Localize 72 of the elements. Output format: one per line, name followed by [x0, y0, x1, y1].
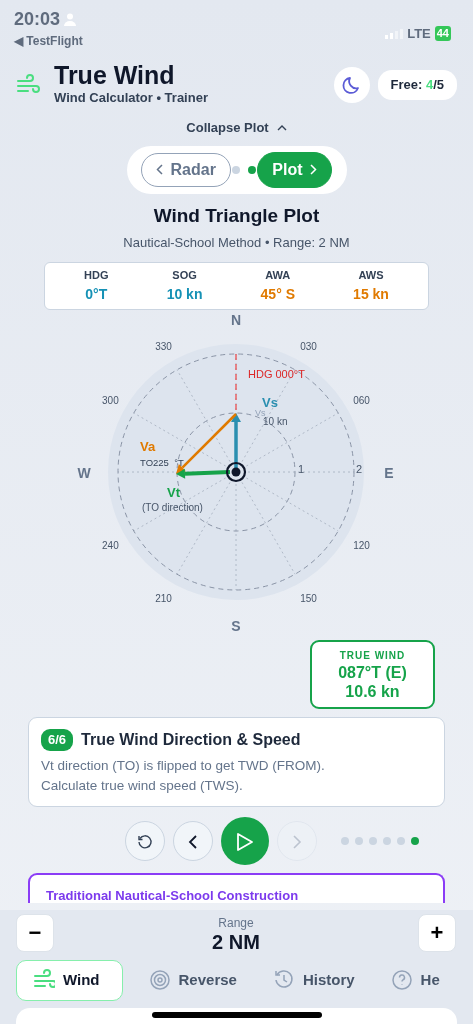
chevron-up-icon: [276, 124, 287, 131]
ring-label: 1: [298, 462, 305, 475]
range-value: 2 NM: [212, 932, 260, 952]
vector-note: TO225 °T: [140, 456, 184, 468]
stat-label: AWA: [264, 268, 292, 283]
boat-marker: [225, 461, 247, 482]
plot-button[interactable]: Plot: [257, 151, 333, 188]
tab[interactable]: Reverse: [138, 961, 247, 1000]
step-text: Vt direction (TO) is flipped to get TWD (FROM). Calculate true wind speed (TWS).: [41, 756, 326, 796]
stat-label: AWS: [357, 268, 385, 283]
app-title: True Wind: [54, 62, 176, 88]
tab[interactable]: He: [380, 961, 450, 1000]
network-label: LTE: [407, 25, 431, 43]
stat-label: HDG: [84, 268, 109, 283]
bearing-label: 060: [353, 394, 370, 405]
signal-icon: [385, 28, 404, 39]
moon-icon: [341, 75, 362, 95]
play-icon: [235, 832, 254, 853]
person-icon: [64, 12, 77, 26]
tab[interactable]: Wind: [16, 960, 123, 1001]
chevron-left-icon: [155, 164, 163, 175]
plot-title: Wind Triangle Plot: [153, 203, 320, 228]
bearing-label: 240: [102, 539, 119, 550]
help-icon: [390, 969, 413, 992]
vector-label: Vs: [262, 394, 278, 410]
plot-subtitle: Nautical-School Method • Range: 2 NM: [123, 234, 350, 252]
bearing-label: 030: [300, 340, 317, 352]
range-label: Range: [217, 915, 255, 932]
compass-label: N: [230, 311, 242, 328]
stat-label: SOG: [171, 268, 198, 283]
step-title: True Wind Direction & Speed: [81, 729, 301, 750]
reset-icon: [136, 834, 153, 851]
stat-value: 10 kn: [166, 284, 203, 304]
clock-time: 20:03: [14, 10, 61, 28]
heading-label: HDG 000°T: [248, 367, 305, 380]
app-subtitle: Wind Calculator • Trainer: [54, 88, 208, 107]
stat-value: 0°T: [84, 284, 109, 304]
radar-button[interactable]: Radar: [140, 152, 231, 187]
vector-label: Va: [140, 438, 156, 454]
tab[interactable]: History: [262, 961, 365, 1000]
bearing-label: 120: [353, 539, 370, 550]
true-wind-speed: 10.6 kn: [344, 681, 401, 701]
collapse-button[interactable]: Collapse Plot: [178, 114, 295, 142]
true-wind-label: TRUE WIND: [338, 648, 407, 663]
battery-level: 44: [434, 26, 451, 42]
compass-label: W: [77, 464, 91, 481]
vector-label: Vt: [167, 484, 180, 500]
vector-note: 10 kn: [263, 415, 288, 427]
chevron-right-icon: [291, 835, 302, 850]
minus-button[interactable]: −: [16, 914, 54, 952]
bearing-label: 330: [155, 340, 172, 352]
bearing-label: 210: [155, 592, 172, 604]
free-counter: Free: 4/5: [377, 70, 457, 100]
plus-button[interactable]: +: [418, 914, 456, 952]
compass-label: S: [231, 617, 241, 634]
stat-value: 15 kn: [353, 284, 389, 304]
back-link[interactable]: ◀ TestFlight: [14, 32, 83, 50]
theme-button[interactable]: [333, 67, 370, 103]
heading-line: [235, 352, 237, 413]
vector-ghost-label: Vs: [255, 407, 266, 418]
compass-label: E: [384, 464, 394, 481]
bearing-label: 300: [102, 394, 119, 405]
construction-title: Traditional Nautical-School Construction: [46, 889, 299, 903]
target-icon: [148, 969, 171, 992]
ring-label: 2: [356, 462, 363, 475]
chevron-right-icon: [310, 164, 318, 175]
true-wind-direction: 087°T (E): [337, 662, 408, 682]
step-badge: 6/6: [41, 729, 74, 751]
bearing-label: 150: [300, 592, 317, 604]
vector-note: (TO direction): [142, 501, 203, 513]
stat-value: 45° S: [260, 284, 295, 304]
chevron-left-icon: [187, 835, 198, 850]
